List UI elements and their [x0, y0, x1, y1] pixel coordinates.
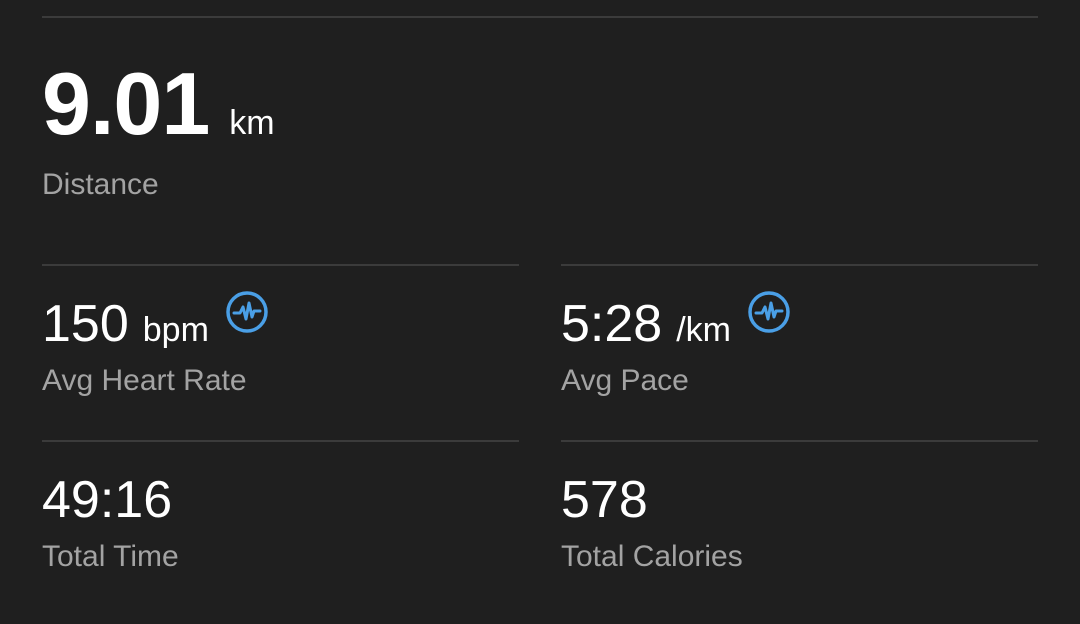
total-time-value: 49:16: [42, 471, 173, 529]
total-calories-stat: 578 Total Calories: [561, 474, 743, 574]
total-time-value-row: 49:16: [42, 474, 179, 526]
distance-label: Distance: [42, 168, 159, 201]
avg-pace-value-row: 5:28 /km: [561, 291, 791, 353]
distance-value: 9.01: [42, 54, 210, 153]
total-calories-value-row: 578: [561, 474, 743, 526]
avg-heart-rate-unit: bpm: [142, 311, 209, 349]
avg-heart-rate-label: Avg Heart Rate: [42, 364, 247, 397]
divider-left-2: [42, 440, 519, 442]
pace-heart-rate-icon[interactable]: [747, 290, 791, 334]
divider-right-1: [561, 264, 1038, 266]
divider-right-2: [561, 440, 1038, 442]
avg-heart-rate-value-row: 150 bpm: [42, 291, 269, 353]
distance-unit: km: [229, 104, 275, 142]
avg-pace-unit: /km: [676, 311, 731, 349]
avg-heart-rate-value: 150: [42, 295, 129, 353]
heart-rate-icon[interactable]: [225, 290, 269, 334]
distance-value-row: 9.01 km: [42, 60, 275, 148]
divider-left-1: [42, 264, 519, 266]
total-calories-value: 578: [561, 471, 648, 529]
avg-pace-label: Avg Pace: [561, 364, 689, 397]
distance-stat: 9.01 km Distance: [42, 60, 275, 202]
total-time-stat: 49:16 Total Time: [42, 474, 179, 574]
top-divider: [42, 16, 1038, 18]
total-time-label: Total Time: [42, 540, 179, 573]
avg-pace-stat[interactable]: 5:28 /km Avg Pace: [561, 291, 791, 398]
total-calories-label: Total Calories: [561, 540, 743, 573]
avg-pace-value: 5:28: [561, 295, 663, 353]
avg-heart-rate-stat[interactable]: 150 bpm Avg Heart Rate: [42, 291, 269, 398]
